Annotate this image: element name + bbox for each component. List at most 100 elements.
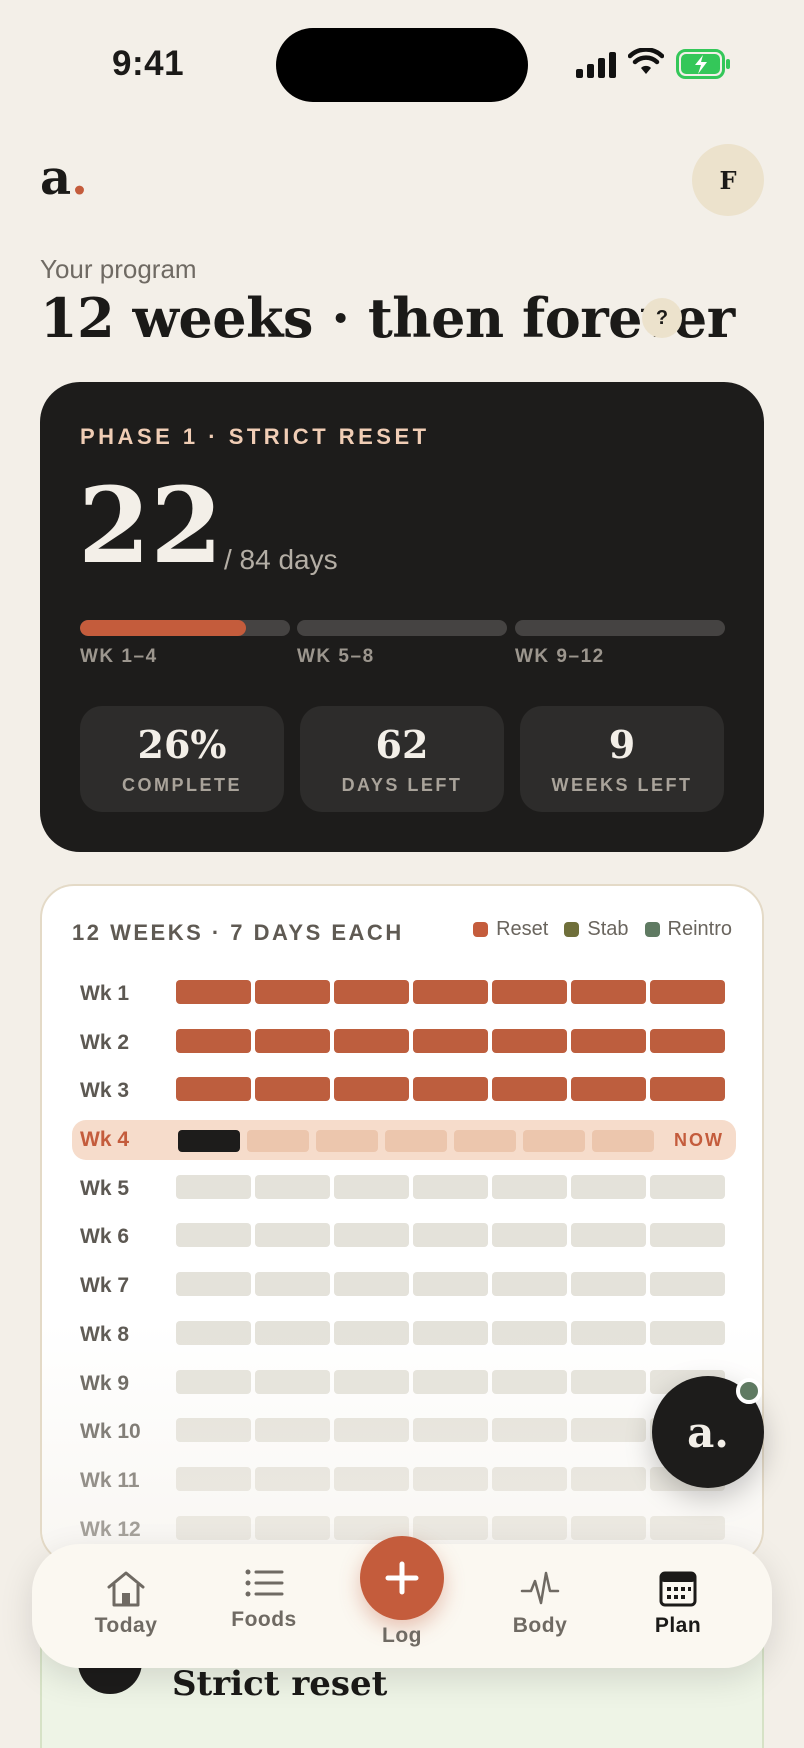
week-row[interactable]: Wk 1 xyxy=(42,970,762,1019)
status-time: 9:41 xyxy=(112,44,185,83)
day-cell xyxy=(492,1028,567,1053)
stat-value: 26% xyxy=(137,722,227,767)
list-icon xyxy=(204,1562,324,1604)
day-cell xyxy=(334,1418,409,1443)
day-cell xyxy=(492,1418,567,1443)
week-row[interactable]: Wk 3 xyxy=(42,1067,762,1116)
now-badge: NOW xyxy=(674,1130,724,1151)
next-phase-title: Strict reset xyxy=(172,1664,388,1704)
day-cell xyxy=(492,1077,567,1102)
tab-body[interactable]: Body xyxy=(480,1568,600,1638)
day-cell xyxy=(176,1077,251,1102)
signal-icon xyxy=(576,52,616,78)
day-cell xyxy=(316,1130,378,1153)
day-cell xyxy=(492,1223,567,1248)
day-cell xyxy=(413,1418,488,1443)
day-cell xyxy=(454,1130,516,1153)
day-cell xyxy=(334,1369,409,1394)
day-cell xyxy=(413,1028,488,1053)
day-cell xyxy=(413,1077,488,1102)
day-cell xyxy=(255,1418,330,1443)
stat-weeks-left: 9 WEEKS LEFT xyxy=(520,706,724,812)
day-cell xyxy=(176,1515,251,1540)
week-rows: Wk 1 Wk 2 Wk 3 Wk 4 NOW Wk 5 Wk 6 Wk 7 Wk 8 Wk 9 W… xyxy=(42,970,762,1554)
day-cell xyxy=(571,1320,646,1345)
week-row[interactable]: Wk 11 xyxy=(42,1457,762,1506)
tab-plan[interactable]: Plan xyxy=(618,1568,738,1638)
stat-complete: 26% COMPLETE xyxy=(80,706,284,812)
week-label: Wk 2 xyxy=(80,1030,130,1054)
current-day: 22 xyxy=(78,464,223,587)
day-cell xyxy=(334,1466,409,1491)
week-row[interactable]: Wk 7 xyxy=(42,1262,762,1311)
stat-days-left: 62 DAYS LEFT xyxy=(300,706,504,812)
day-cell xyxy=(255,980,330,1004)
day-cell xyxy=(176,1466,251,1491)
battery-charging-icon xyxy=(676,49,730,79)
week-label: Wk 5 xyxy=(80,1176,130,1200)
phase-segment-3 xyxy=(515,620,725,636)
day-cells xyxy=(176,1418,725,1443)
log-button[interactable] xyxy=(360,1536,444,1620)
week-row[interactable]: Wk 6 xyxy=(42,1213,762,1262)
day-cell xyxy=(523,1130,585,1153)
week-row[interactable]: Wk 8 xyxy=(42,1311,762,1360)
week-row[interactable]: Wk 2 xyxy=(42,1019,762,1068)
day-cell xyxy=(413,1320,488,1345)
help-button[interactable]: ? xyxy=(642,298,682,338)
pulse-icon xyxy=(480,1568,600,1610)
day-cells xyxy=(176,980,725,1004)
tab-label: Today xyxy=(94,1614,158,1637)
day-cell xyxy=(255,1077,330,1102)
day-cell xyxy=(255,1320,330,1345)
week-row[interactable]: Wk 9 xyxy=(42,1360,762,1409)
week-label: Wk 3 xyxy=(80,1079,130,1103)
dynamic-island xyxy=(276,28,528,102)
day-cell xyxy=(492,1515,567,1540)
logo-letter: a xyxy=(40,150,72,206)
stat-value: 9 xyxy=(608,722,636,767)
day-cells xyxy=(176,1223,725,1248)
day-cell xyxy=(413,1272,488,1297)
day-cell xyxy=(176,1320,251,1345)
day-cell xyxy=(334,1077,409,1102)
day-cell xyxy=(492,1369,567,1394)
segment-label: WK 5–8 xyxy=(297,646,375,667)
day-cell xyxy=(492,1466,567,1491)
day-cell xyxy=(176,1272,251,1297)
assistant-button[interactable]: a. xyxy=(652,1376,764,1488)
assistant-label: a. xyxy=(687,1407,729,1457)
day-cell xyxy=(385,1130,447,1153)
week-label: Wk 1 xyxy=(80,982,130,1005)
day-cells xyxy=(176,1466,725,1491)
day-cell xyxy=(492,1174,567,1199)
day-cell xyxy=(650,1077,725,1102)
tab-label: Plan xyxy=(654,1614,702,1637)
stat-label: WEEKS LEFT xyxy=(551,775,693,795)
day-cells xyxy=(178,1130,654,1153)
day-cell xyxy=(255,1028,330,1053)
legend-swatch xyxy=(473,922,489,937)
tab-today[interactable]: Today xyxy=(66,1568,186,1638)
day-cell xyxy=(255,1272,330,1297)
day-cell xyxy=(413,1174,488,1199)
week-row[interactable]: Wk 5 xyxy=(42,1165,762,1214)
tab-log-label[interactable]: Log xyxy=(342,1624,462,1648)
tab-foods[interactable]: Foods xyxy=(204,1562,324,1632)
logo-dot: . xyxy=(71,150,88,206)
days-total: / 84 days xyxy=(224,544,338,575)
day-cell xyxy=(176,1028,251,1053)
wifi-icon xyxy=(628,48,664,74)
week-row[interactable]: Wk 4 NOW xyxy=(42,1116,762,1165)
segment-label: WK 1–4 xyxy=(80,646,158,667)
day-cells xyxy=(176,1369,725,1394)
day-cell xyxy=(571,1028,646,1053)
day-cell xyxy=(571,1515,646,1540)
day-cell xyxy=(650,1223,725,1248)
avatar[interactable]: F xyxy=(692,144,764,216)
app-logo: a. xyxy=(40,150,88,206)
day-cell xyxy=(413,1515,488,1540)
online-indicator xyxy=(736,1378,762,1404)
stat-value: 62 xyxy=(375,722,429,767)
home-icon xyxy=(66,1568,186,1610)
